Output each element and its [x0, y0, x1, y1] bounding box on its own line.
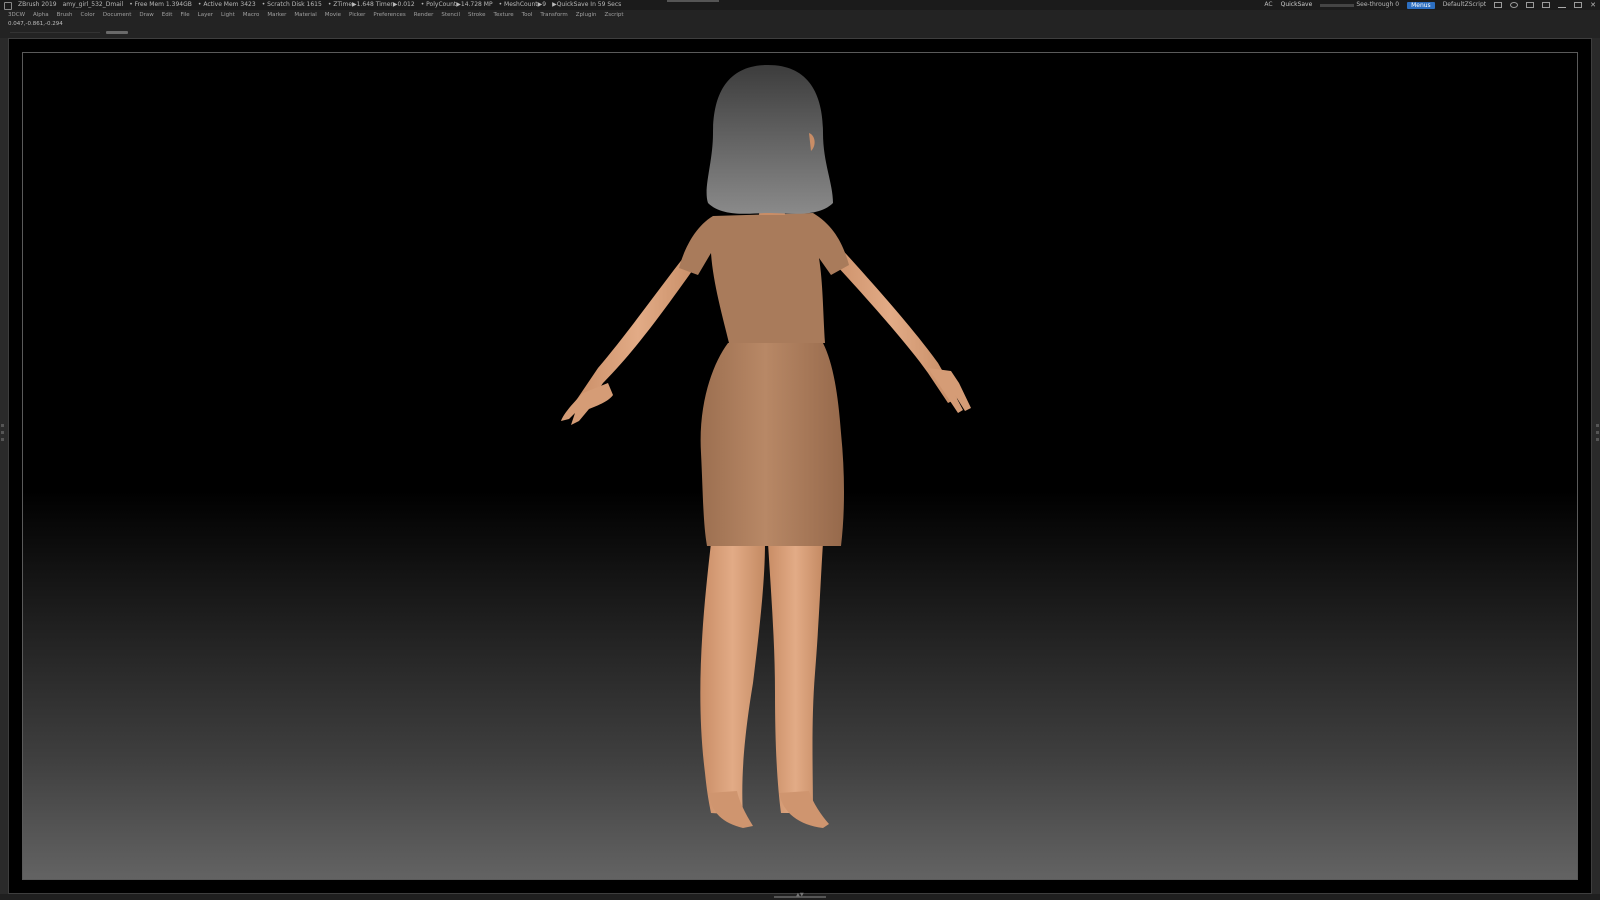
- right-leg: [768, 543, 823, 813]
- menu-stencil[interactable]: Stencil: [441, 10, 460, 20]
- zbrush-logo-icon: [4, 2, 12, 10]
- tray-handle-top[interactable]: [667, 0, 719, 2]
- menu-preferences[interactable]: Preferences: [373, 10, 405, 20]
- meshcount-readout: • MeshCount▶9: [498, 1, 547, 8]
- menu-layer[interactable]: Layer: [198, 10, 213, 20]
- menu-color[interactable]: Color: [81, 10, 95, 20]
- menu-3dcw[interactable]: 3DCW: [8, 10, 25, 20]
- active-mem-readout: • Active Mem 3423: [197, 1, 256, 8]
- minimize-icon[interactable]: [1558, 2, 1567, 8]
- left-arm: [571, 248, 705, 413]
- menu-zplugin[interactable]: Zplugin: [576, 10, 597, 20]
- model-render[interactable]: [23, 53, 1578, 880]
- see-through-slider[interactable]: See-through 0: [1320, 0, 1399, 10]
- menu-transform[interactable]: Transform: [540, 10, 567, 20]
- left-foot: [709, 791, 753, 828]
- menu-marker[interactable]: Marker: [267, 10, 286, 20]
- see-through-label: See-through: [1356, 1, 1394, 8]
- ac-label[interactable]: AC: [1264, 0, 1272, 10]
- document-name: amy_girl_532_Dmail: [62, 1, 124, 8]
- shelf-slider[interactable]: [106, 31, 128, 34]
- menu-light[interactable]: Light: [221, 10, 235, 20]
- menus-button[interactable]: Menus: [1407, 1, 1435, 9]
- menu-bar: 3DCW Alpha Brush Color Document Draw Edi…: [0, 10, 1600, 20]
- right-hand: [928, 368, 971, 413]
- layout-icon[interactable]: [1526, 2, 1535, 8]
- right-foot: [779, 791, 829, 828]
- menu-stroke[interactable]: Stroke: [468, 10, 486, 20]
- menu-movie[interactable]: Movie: [325, 10, 341, 20]
- see-through-value: 0: [1395, 1, 1400, 8]
- quicksave-button[interactable]: QuickSave: [1281, 0, 1313, 10]
- menu-picker[interactable]: Picker: [349, 10, 365, 20]
- right-tray-handle[interactable]: [1594, 420, 1600, 480]
- scratch-disk-readout: • Scratch Disk 1615: [261, 1, 322, 8]
- maximize-icon[interactable]: [1574, 2, 1583, 8]
- menu-zscript[interactable]: Zscript: [604, 10, 623, 20]
- window-tile-icon[interactable]: [1494, 2, 1503, 8]
- free-mem-readout: • Free Mem 1.394GB: [129, 1, 192, 8]
- canvas-frame: [8, 38, 1592, 894]
- app-title: ZBrush 2019: [18, 1, 57, 8]
- menu-tool[interactable]: Tool: [522, 10, 533, 20]
- left-tray-handle[interactable]: [0, 420, 6, 480]
- menu-edit[interactable]: Edit: [162, 10, 173, 20]
- left-leg: [700, 543, 765, 815]
- default-zscript-button[interactable]: DefaultZScript: [1443, 0, 1486, 10]
- menu-alpha[interactable]: Alpha: [33, 10, 49, 20]
- info-bar: 0.047,-0.861,-0.294: [0, 20, 1600, 38]
- title-bar: ZBrush 2019 amy_girl_532_Dmail • Free Me…: [0, 0, 1600, 10]
- coordinates-readout: 0.047,-0.861,-0.294: [8, 21, 63, 27]
- menu-file[interactable]: File: [180, 10, 189, 20]
- menu-macro[interactable]: Macro: [243, 10, 260, 20]
- menu-render[interactable]: Render: [414, 10, 434, 20]
- polycount-readout: • PolyCount▶14.728 MP: [420, 1, 493, 8]
- expand-arrows-icon[interactable]: ▲▼: [796, 892, 804, 898]
- skirt: [700, 343, 844, 546]
- menu-brush[interactable]: Brush: [57, 10, 73, 20]
- menu-material[interactable]: Material: [294, 10, 316, 20]
- shelf-track: [10, 32, 100, 33]
- see-through-track[interactable]: [1320, 3, 1355, 7]
- quicksave-status: ▶QuickSave In 59 Secs: [552, 1, 622, 8]
- document-viewport[interactable]: [22, 52, 1578, 880]
- menu-document[interactable]: Document: [103, 10, 132, 20]
- ztime-readout: • ZTime▶1.648 Timer▶0.012: [327, 1, 415, 8]
- menu-texture[interactable]: Texture: [494, 10, 514, 20]
- lock-icon[interactable]: [1542, 2, 1551, 8]
- menu-draw[interactable]: Draw: [139, 10, 153, 20]
- blouse: [679, 213, 849, 343]
- gear-icon[interactable]: [1510, 2, 1519, 8]
- bottom-bar: ▲▼: [0, 892, 1600, 900]
- close-icon[interactable]: ✕: [1590, 0, 1596, 10]
